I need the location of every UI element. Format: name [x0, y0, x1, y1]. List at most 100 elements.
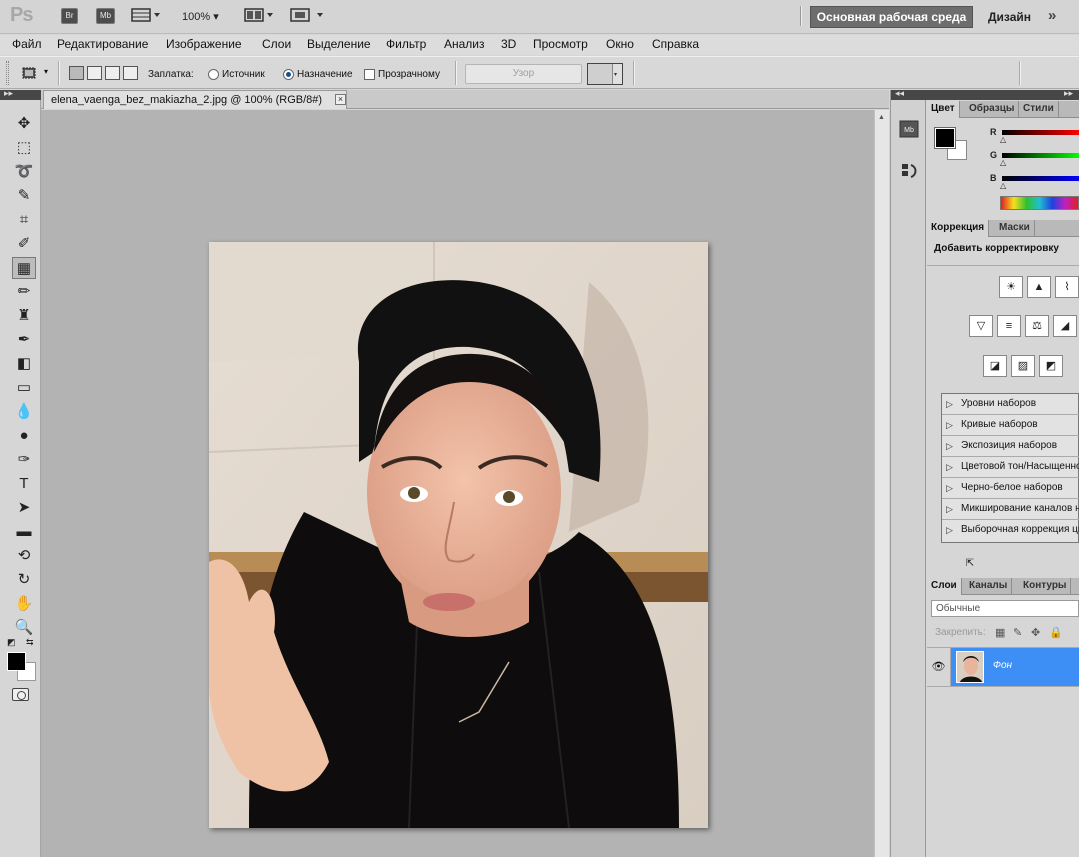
tab-styles[interactable]: Стили	[1019, 101, 1059, 118]
color-balance-icon[interactable]: ⚖	[1025, 315, 1049, 337]
options-grip[interactable]	[6, 61, 9, 85]
red-slider-thumb-icon[interactable]: △	[1000, 135, 1006, 144]
new-selection-button[interactable]	[69, 66, 84, 80]
collapse-icon[interactable]: ▸▸	[4, 88, 13, 99]
add-selection-button[interactable]	[87, 66, 102, 80]
curves-icon[interactable]: ⌇	[1055, 276, 1079, 298]
black-white-icon[interactable]: ◢	[1053, 315, 1077, 337]
color-spectrum[interactable]	[1000, 196, 1079, 210]
zoom-tool-icon[interactable]: 🔍	[12, 617, 36, 639]
subtract-selection-button[interactable]	[105, 66, 120, 80]
pen-tool-icon[interactable]: ✑	[12, 449, 36, 471]
expand-icon[interactable]: ◂◂	[895, 88, 904, 99]
foreground-color[interactable]	[7, 652, 26, 671]
workspace-essentials-button[interactable]: Основная рабочая среда	[810, 6, 973, 28]
workspace-design-button[interactable]: Дизайн	[988, 10, 1031, 24]
source-radio[interactable]	[208, 69, 219, 80]
intersect-selection-button[interactable]	[123, 66, 138, 80]
mini-bridge-panel-icon[interactable]: Mb	[899, 120, 919, 138]
preset-hue-saturation[interactable]: ▷ Цветовой тон/Насыщенность наборов	[942, 457, 1079, 478]
eyedropper-tool-icon[interactable]: ✐	[12, 233, 36, 255]
preset-exposure[interactable]: ▷ Экспозиция наборов	[942, 436, 1079, 457]
channel-mixer-icon[interactable]: ▨	[1011, 355, 1035, 377]
tab-color[interactable]: Цвет	[927, 101, 960, 118]
red-slider[interactable]	[1002, 130, 1079, 135]
view-extras-icon[interactable]	[131, 7, 161, 25]
menu-help[interactable]: Справка	[652, 37, 699, 51]
more-workspaces-button[interactable]: »	[1048, 7, 1056, 24]
tab-swatches[interactable]: Образцы	[965, 101, 1020, 118]
lasso-tool-icon[interactable]: ➰	[12, 161, 36, 183]
tool-preset-arrow-icon[interactable]: ▾	[44, 67, 48, 76]
destination-radio[interactable]	[283, 69, 294, 80]
menu-filter[interactable]: Фильтр	[386, 37, 426, 51]
visibility-eye-icon[interactable]: 👁	[927, 648, 951, 686]
color-panel-foreground[interactable]	[934, 127, 956, 149]
tab-adjustments[interactable]: Коррекция	[927, 220, 990, 237]
brush-tool-icon[interactable]: ✏	[12, 281, 36, 303]
quick-mask-icon[interactable]	[12, 688, 29, 701]
dodge-tool-icon[interactable]: ●	[12, 425, 36, 447]
type-tool-icon[interactable]: T	[12, 473, 36, 495]
history-brush-tool-icon[interactable]: ✒	[12, 329, 36, 351]
pattern-picker[interactable]	[587, 63, 623, 85]
menu-analysis[interactable]: Анализ	[444, 37, 485, 51]
tools-panel-header[interactable]: ▸▸	[0, 88, 41, 100]
hand-tool-icon[interactable]: ✋	[12, 593, 36, 615]
document-tab[interactable]: elena_vaenga_bez_makiazha_2.jpg @ 100% (…	[43, 90, 347, 109]
menu-select[interactable]: Выделение	[307, 37, 371, 51]
mini-bridge-button[interactable]: Mb	[96, 8, 115, 24]
menu-layer[interactable]: Слои	[262, 37, 291, 51]
blue-slider[interactable]	[1002, 176, 1079, 181]
green-slider[interactable]	[1002, 153, 1079, 158]
3d-orbit-tool-icon[interactable]: ↻	[12, 569, 36, 591]
levels-icon[interactable]: ▲	[1027, 276, 1051, 298]
history-panel-icon[interactable]	[899, 162, 919, 180]
right-panels-header[interactable]: ▸▸	[927, 88, 1079, 100]
move-tool-icon[interactable]: ✥	[12, 113, 36, 135]
collapse-panels-icon[interactable]: ▸▸	[1064, 88, 1073, 99]
menu-view[interactable]: Просмотр	[533, 37, 588, 51]
tab-channels[interactable]: Каналы	[965, 578, 1013, 595]
photo-filter-icon[interactable]: ◪	[983, 355, 1007, 377]
3d-rotate-tool-icon[interactable]: ⟲	[12, 545, 36, 567]
clone-stamp-tool-icon[interactable]: ♜	[12, 305, 36, 327]
preset-channel-mixer[interactable]: ▷ Микширование каналов наборов	[942, 499, 1079, 520]
vibrance-icon[interactable]: ▽	[969, 315, 993, 337]
marquee-tool-icon[interactable]: ⬚	[12, 137, 36, 159]
rectangle-tool-icon[interactable]: ▬	[12, 521, 36, 543]
preset-selective-color[interactable]: ▷ Выборочная коррекция цвета наборов	[942, 520, 1079, 541]
lock-all-icon[interactable]: 🔒	[1049, 626, 1063, 639]
quick-selection-tool-icon[interactable]: ✎	[12, 185, 36, 207]
menu-file[interactable]: Файл	[12, 37, 42, 51]
menu-image[interactable]: Изображение	[166, 37, 242, 51]
layer-row[interactable]: 👁 Фон	[927, 647, 1079, 687]
scroll-up-icon[interactable]: ▲	[878, 114, 885, 121]
preset-levels[interactable]: ▷ Уровни наборов	[942, 394, 1079, 415]
transparent-checkbox[interactable]	[364, 69, 375, 80]
swap-colors-icon[interactable]: ⇆	[26, 637, 34, 648]
default-colors-icon[interactable]: ◩	[7, 637, 16, 648]
document-image[interactable]	[209, 242, 708, 828]
patch-tool-icon[interactable]	[20, 65, 38, 81]
blend-mode-select[interactable]: Обычные	[931, 600, 1079, 617]
gradient-tool-icon[interactable]: ▭	[12, 377, 36, 399]
eraser-tool-icon[interactable]: ◧	[12, 353, 36, 375]
green-slider-thumb-icon[interactable]: △	[1000, 158, 1006, 167]
pattern-picker-arrow-icon[interactable]: ▾	[614, 71, 617, 78]
brightness-contrast-icon[interactable]: ☀	[999, 276, 1023, 298]
crop-tool-icon[interactable]: ⌗	[12, 209, 36, 231]
lock-transparency-icon[interactable]: ▦	[995, 626, 1005, 639]
blur-tool-icon[interactable]: 💧	[12, 401, 36, 423]
use-pattern-button[interactable]: Узор	[465, 64, 582, 84]
preset-black-white[interactable]: ▷ Черно-белое наборов	[942, 478, 1079, 499]
arrange-documents-icon[interactable]	[244, 7, 274, 25]
blue-slider-thumb-icon[interactable]: △	[1000, 181, 1006, 190]
patch-tool-icon[interactable]: ▦	[12, 257, 36, 279]
tab-layers[interactable]: Слои	[927, 578, 962, 595]
path-selection-tool-icon[interactable]: ➤	[12, 497, 36, 519]
menu-3d[interactable]: 3D	[501, 37, 516, 51]
lock-position-icon[interactable]: ✥	[1031, 626, 1040, 639]
return-to-list-icon[interactable]: ⇱	[962, 558, 978, 572]
preset-curves[interactable]: ▷ Кривые наборов	[942, 415, 1079, 436]
